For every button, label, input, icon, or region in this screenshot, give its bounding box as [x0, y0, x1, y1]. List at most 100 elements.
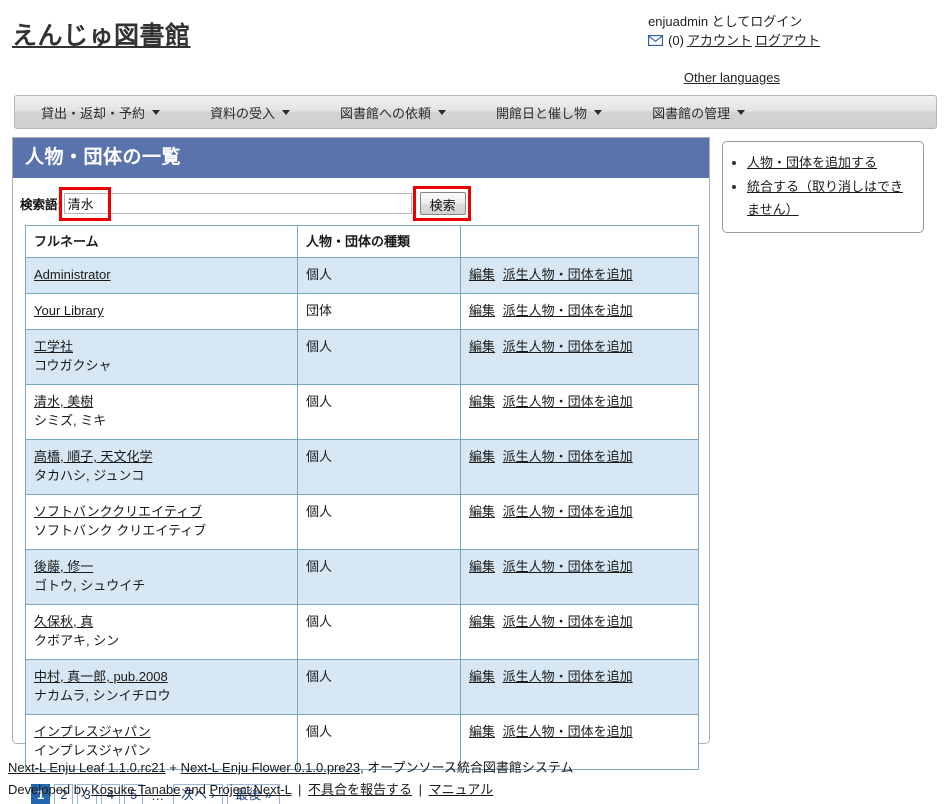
add-derived-agent-link[interactable]: 派生人物・団体を追加 [503, 559, 633, 574]
edit-link[interactable]: 編集 [469, 303, 495, 318]
agent-name-link[interactable]: 久保秋, 真 [34, 614, 93, 629]
logged-in-as-text: enjuadmin としてログイン [648, 14, 803, 29]
chevron-down-icon [594, 109, 603, 115]
other-languages-link[interactable]: Other languages [684, 70, 780, 85]
project-link[interactable]: Project Next-L [209, 782, 291, 797]
edit-link[interactable]: 編集 [469, 267, 495, 282]
cell-actions: 編集 派生人物・団体を追加 [460, 329, 699, 385]
table-row: 高橋, 順子, 天文化学 タカハシ, ジュンコ 個人 編集 派生人物・団体を追加 [25, 439, 699, 495]
table-row: ソフトバンククリエイティブ ソフトバンク クリエイティブ 個人 編集 派生人物・… [25, 494, 699, 550]
chevron-down-icon [438, 109, 447, 115]
author-link[interactable]: Kosuke Tanabe [91, 782, 180, 797]
edit-link[interactable]: 編集 [469, 449, 495, 464]
nav-item-calendar-events[interactable]: 開館日と催し物 [496, 103, 603, 122]
add-derived-agent-link[interactable]: 派生人物・団体を追加 [503, 449, 633, 464]
cell-actions: 編集 派生人物・団体を追加 [460, 257, 699, 294]
agent-name-link[interactable]: インプレスジャパン [34, 724, 151, 739]
chevron-down-icon [737, 109, 746, 115]
account-link[interactable]: アカウント [687, 31, 752, 50]
footer-plus: + [169, 760, 177, 775]
agent-name-link[interactable]: 高橋, 順子, 天文化学 [34, 449, 152, 464]
cell-fullname: Your Library [25, 293, 298, 330]
list-item: 人物・団体を追加する [747, 151, 913, 174]
search-input[interactable] [63, 193, 412, 214]
nav-item-library-admin[interactable]: 図書館の管理 [652, 103, 746, 122]
table-row: 久保秋, 真 クボアキ, シン 個人 編集 派生人物・団体を追加 [25, 604, 699, 660]
agent-name-link[interactable]: 後藤, 修一 [34, 559, 93, 574]
footer-tagline: , オープンソース統合図書館システム [360, 760, 574, 775]
bug-report-link[interactable]: 不具合を報告する [308, 782, 412, 797]
cell-type: 個人 [297, 549, 461, 605]
agents-table-body: Administrator 個人 編集 派生人物・団体を追加 Your Libr… [25, 257, 699, 770]
add-derived-agent-link[interactable]: 派生人物・団体を追加 [503, 303, 633, 318]
sidebar-item-merge-agents[interactable]: 統合する（取り消しはできません） [747, 179, 903, 217]
table-row: Your Library 団体 編集 派生人物・団体を追加 [25, 293, 699, 330]
add-derived-agent-link[interactable]: 派生人物・団体を追加 [503, 339, 633, 354]
nav-item-acquisition[interactable]: 資料の受入 [210, 103, 291, 122]
nav-item-circulation[interactable]: 貸出・返却・予約 [41, 103, 161, 122]
user-session-block: enjuadmin としてログイン (0) アカウント ログアウト [648, 12, 820, 50]
agent-name-link[interactable]: 清水, 美樹 [34, 394, 93, 409]
list-item: 統合する（取り消しはできません） [747, 175, 913, 221]
nav-item-label: 図書館の管理 [652, 105, 731, 121]
edit-link[interactable]: 編集 [469, 559, 495, 574]
agent-name-link[interactable]: Administrator [34, 267, 111, 282]
site-title-link[interactable]: えんじゅ図書館 [12, 16, 191, 52]
sidebar-actions-box: 人物・団体を追加する 統合する（取り消しはできません） [722, 141, 924, 233]
enju-leaf-link[interactable]: Next-L Enju Leaf 1.1.0.rc21 [8, 760, 166, 775]
logout-link[interactable]: ログアウト [755, 31, 820, 50]
manual-link[interactable]: マニュアル [429, 782, 494, 797]
edit-link[interactable]: 編集 [469, 504, 495, 519]
cell-fullname: 中村, 真一郎, pub.2008 ナカムラ, シンイチロウ [25, 659, 298, 715]
agent-name-link[interactable]: ソフトバンククリエイティブ [34, 504, 202, 519]
nav-item-library-requests[interactable]: 図書館への依頼 [340, 103, 447, 122]
cell-actions: 編集 派生人物・団体を追加 [460, 494, 699, 550]
agents-list-panel: 人物・団体の一覧 検索語: 検索 フルネーム 人物・団体の種類 [12, 137, 710, 804]
table-row: 後藤, 修一 ゴトウ, シュウイチ 個人 編集 派生人物・団体を追加 [25, 549, 699, 605]
cell-actions: 編集 派生人物・団体を追加 [460, 384, 699, 440]
cell-actions: 編集 派生人物・団体を追加 [460, 439, 699, 495]
nav-item-label: 図書館への依頼 [340, 105, 432, 121]
footer-separator: | [418, 782, 423, 797]
column-header-type: 人物・団体の種類 [297, 225, 461, 258]
cell-type: 個人 [297, 494, 461, 550]
edit-link[interactable]: 編集 [469, 339, 495, 354]
agent-name-kana: シミズ, ミキ [34, 413, 107, 428]
agent-name-link[interactable]: Your Library [34, 303, 104, 318]
cell-fullname: ソフトバンククリエイティブ ソフトバンク クリエイティブ [25, 494, 298, 550]
edit-link[interactable]: 編集 [469, 724, 495, 739]
cell-fullname: 清水, 美樹 シミズ, ミキ [25, 384, 298, 440]
cell-type: 個人 [297, 439, 461, 495]
add-derived-agent-link[interactable]: 派生人物・団体を追加 [503, 394, 633, 409]
add-derived-agent-link[interactable]: 派生人物・団体を追加 [503, 267, 633, 282]
nav-item-label: 資料の受入 [210, 105, 276, 121]
page-header: えんじゅ図書館 enjuadmin としてログイン (0) アカウント ログアウ… [0, 0, 951, 95]
agent-search-form: 検索語: 検索 [13, 178, 709, 225]
add-derived-agent-link[interactable]: 派生人物・団体を追加 [503, 669, 633, 684]
search-button[interactable]: 検索 [419, 192, 466, 215]
nav-item-label: 貸出・返却・予約 [41, 105, 146, 121]
edit-link[interactable]: 編集 [469, 669, 495, 684]
agent-name-kana: ソフトバンク クリエイティブ [34, 523, 207, 538]
search-label: 検索語: [20, 198, 62, 212]
agent-name-link[interactable]: 中村, 真一郎, pub.2008 [34, 669, 168, 684]
add-derived-agent-link[interactable]: 派生人物・団体を追加 [503, 724, 633, 739]
agent-name-kana: ゴトウ, シュウイチ [34, 578, 146, 593]
add-derived-agent-link[interactable]: 派生人物・団体を追加 [503, 614, 633, 629]
mail-icon[interactable] [648, 35, 664, 46]
agent-name-link[interactable]: 工学社 [34, 339, 73, 354]
enju-flower-link[interactable]: Next-L Enju Flower 0.1.0.pre23 [181, 760, 360, 775]
chevron-down-icon [282, 109, 291, 115]
message-count: (0) [668, 33, 684, 48]
agent-name-kana: クボアキ, シン [34, 633, 120, 648]
edit-link[interactable]: 編集 [469, 614, 495, 629]
cell-fullname: 高橋, 順子, 天文化学 タカハシ, ジュンコ [25, 439, 298, 495]
cell-fullname: Administrator [25, 257, 298, 294]
main-navigation: 貸出・返却・予約 資料の受入 図書館への依頼 開館日と催し物 図書館の管理 [14, 95, 937, 129]
add-derived-agent-link[interactable]: 派生人物・団体を追加 [503, 504, 633, 519]
sidebar-item-add-agent[interactable]: 人物・団体を追加する [747, 155, 877, 170]
page-footer: Next-L Enju Leaf 1.1.0.rc21 + Next-L Enj… [8, 757, 573, 801]
footer-and: and [184, 782, 206, 797]
edit-link[interactable]: 編集 [469, 394, 495, 409]
footer-separator: | [297, 782, 302, 797]
